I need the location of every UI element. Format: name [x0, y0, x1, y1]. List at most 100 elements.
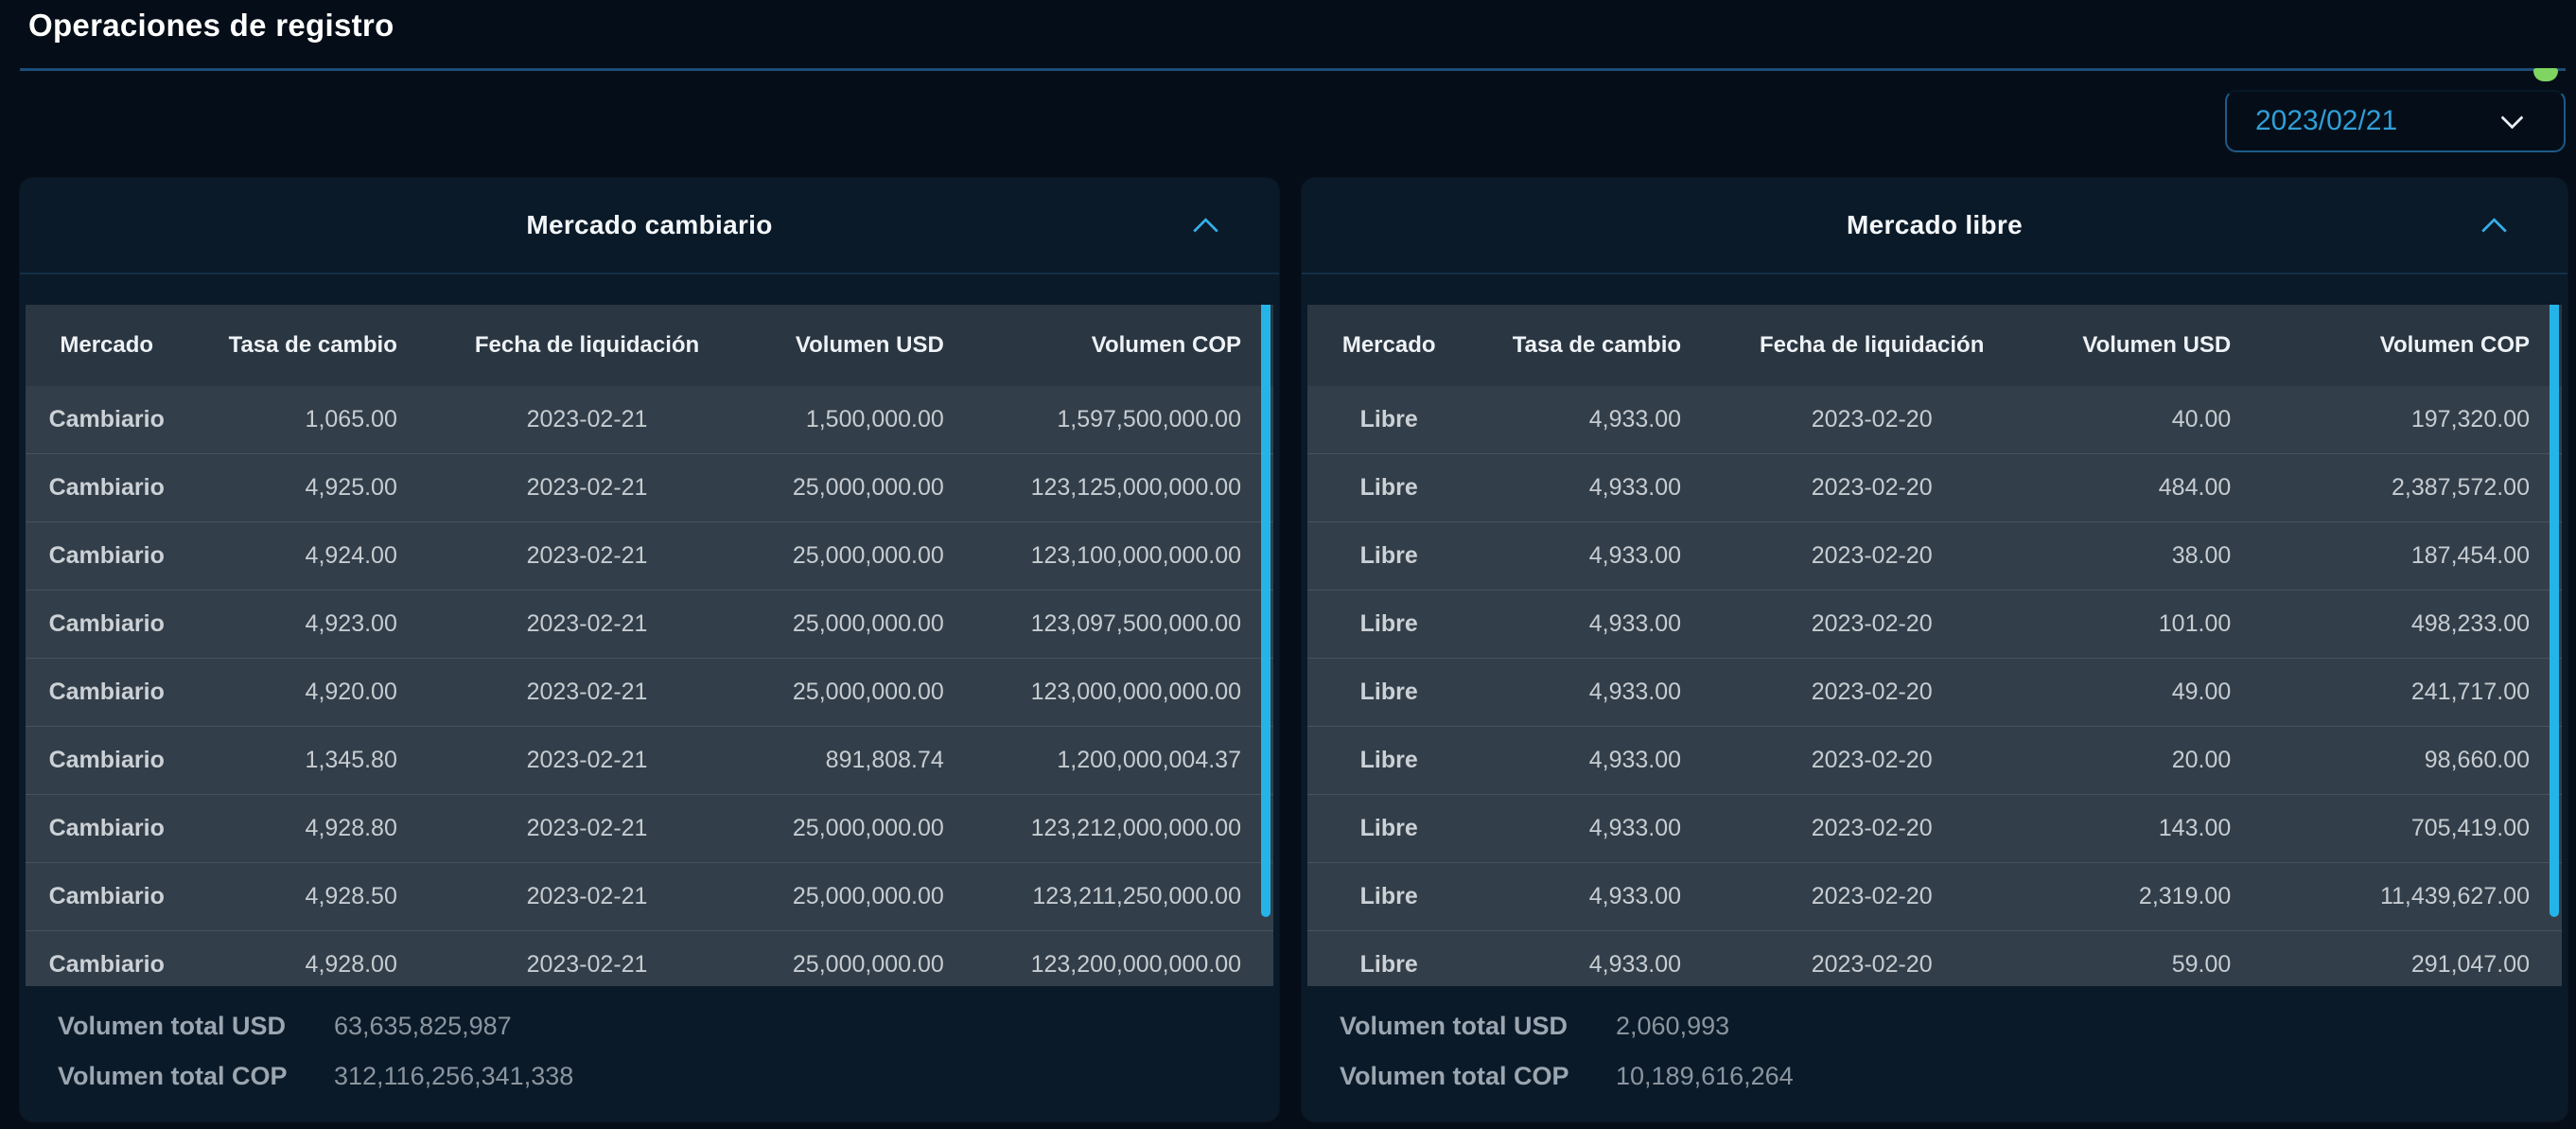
table-cell: 123,125,000,000.00 [998, 453, 1273, 521]
table-cell: 2023-02-21 [412, 862, 762, 930]
table-cell: 2023-02-20 [1696, 726, 2048, 794]
table-cell: Cambiario [26, 930, 188, 986]
table-cell: 49.00 [2047, 658, 2287, 726]
table-cell: 2023-02-21 [412, 794, 762, 862]
total-cop-label: Volumen total COP [1340, 1062, 1569, 1090]
table-cell: 4,933.00 [1470, 590, 1697, 658]
column-header: Fecha de liquidación [1696, 305, 2048, 386]
table-cell: 187,454.00 [2286, 521, 2562, 590]
table-cell: 40.00 [2047, 386, 2287, 453]
operations-table: Mercado Tasa de cambio Fecha de liquidació… [26, 305, 1273, 986]
table-cell: Cambiario [26, 386, 188, 453]
table-cell: 25,000,000.00 [762, 521, 999, 590]
totals-section: Volumen total USD 2,060,993 Volumen tota… [1302, 986, 2567, 1102]
table-cell: 2023-02-21 [412, 726, 762, 794]
table-cell: Cambiario [26, 521, 188, 590]
table-row: Cambiario 4,928.00 2023-02-21 25,000,000.00… [26, 930, 1273, 986]
panel-header[interactable]: Mercado libre [1302, 178, 2567, 274]
total-cop-value: 312,116,256,341,338 [334, 1062, 574, 1090]
total-usd-value: 63,635,825,987 [334, 1012, 512, 1040]
table-cell: 4,933.00 [1470, 794, 1697, 862]
table-row: Libre 4,933.00 2023-02-20 49.00 241,717.00 [1307, 658, 2562, 726]
table-cell: 25,000,000.00 [762, 794, 999, 862]
table-cell: Cambiario [26, 590, 188, 658]
table-cell: 4,923.00 [187, 590, 412, 658]
panel-mercado-libre: Mercado libre Mercado Tasa de cambio Fecha… [1302, 178, 2567, 1121]
scrollbar-thumb[interactable] [1261, 305, 1270, 917]
table-row: Libre 4,933.00 2023-02-20 59.00 291,047.00 [1307, 930, 2562, 986]
table-cell: 123,212,000,000.00 [998, 794, 1273, 862]
table-cell: 705,419.00 [2286, 794, 2562, 862]
table-cell: 4,925.00 [187, 453, 412, 521]
total-usd-value: 2,060,993 [1616, 1012, 1730, 1040]
column-header: Volumen COP [998, 305, 1273, 386]
table-cell: Libre [1307, 930, 1471, 986]
table-cell: 123,097,500,000.00 [998, 590, 1273, 658]
table-cell: 1,345.80 [187, 726, 412, 794]
table-row: Cambiario 4,928.50 2023-02-21 25,000,000.00… [26, 862, 1273, 930]
table-cell: 38.00 [2047, 521, 2287, 590]
table-cell: Cambiario [26, 726, 188, 794]
table-cell: 241,717.00 [2286, 658, 2562, 726]
chevron-up-icon[interactable] [1193, 218, 1218, 243]
table-row: Libre 4,933.00 2023-02-20 38.00 187,454.00 [1307, 521, 2562, 590]
table-row: Cambiario 4,924.00 2023-02-21 25,000,000.00… [26, 521, 1273, 590]
scrollbar-thumb[interactable] [2550, 305, 2559, 917]
table-cell: Cambiario [26, 794, 188, 862]
table-cell: 4,933.00 [1470, 726, 1697, 794]
totals-section: Volumen total USD 63,635,825,987 Volumen… [20, 986, 1279, 1102]
total-usd-row: Volumen total USD 63,635,825,987 [58, 1001, 1279, 1051]
panel-header[interactable]: Mercado cambiario [20, 178, 1279, 274]
table-cell: 197,320.00 [2286, 386, 2562, 453]
date-select[interactable]: 2023/02/21 [2225, 90, 2566, 152]
column-header: Mercado [1307, 305, 1471, 386]
table-cell: 498,233.00 [2286, 590, 2562, 658]
table-cell: 2023-02-20 [1696, 453, 2048, 521]
table-cell: 2023-02-21 [412, 521, 762, 590]
column-header: Volumen USD [2047, 305, 2287, 386]
table-cell: 2023-02-20 [1696, 794, 2048, 862]
table-row: Libre 4,933.00 2023-02-20 20.00 98,660.00 [1307, 726, 2562, 794]
panel-title: Mercado libre [1847, 210, 2023, 239]
table-cell: 2,319.00 [2047, 862, 2287, 930]
table-row: Libre 4,933.00 2023-02-20 143.00 705,419.00 [1307, 794, 2562, 862]
panel-title: Mercado cambiario [526, 210, 773, 239]
table-cell: 4,933.00 [1470, 658, 1697, 726]
column-header: Mercado [26, 305, 188, 386]
total-usd-label: Volumen total USD [58, 1012, 287, 1040]
page-title: Operaciones de registro [28, 8, 394, 43]
table-cell: 143.00 [2047, 794, 2287, 862]
table-cell: 2023-02-21 [412, 453, 762, 521]
table-cell: Libre [1307, 590, 1471, 658]
table-cell: 2023-02-20 [1696, 862, 2048, 930]
table-cell: Libre [1307, 862, 1471, 930]
table-cell: 4,933.00 [1470, 930, 1697, 986]
operations-table-container: Mercado Tasa de cambio Fecha de liquidació… [1307, 305, 2562, 986]
header-row: Mercado Tasa de cambio Fecha de liquidació… [26, 305, 1273, 386]
table-cell: 4,928.50 [187, 862, 412, 930]
table-cell: 101.00 [2047, 590, 2287, 658]
table-cell: 2023-02-21 [412, 386, 762, 453]
table-cell: 25,000,000.00 [762, 658, 999, 726]
header-row: Mercado Tasa de cambio Fecha de liquidació… [1307, 305, 2562, 386]
table-row: Cambiario 4,923.00 2023-02-21 25,000,000.00… [26, 590, 1273, 658]
table-cell: Cambiario [26, 453, 188, 521]
column-header: Tasa de cambio [187, 305, 412, 386]
table-cell: 2023-02-21 [412, 658, 762, 726]
column-header: Volumen USD [762, 305, 999, 386]
table-cell: Libre [1307, 794, 1471, 862]
chevron-up-icon[interactable] [2481, 218, 2507, 243]
table-cell: 123,211,250,000.00 [998, 862, 1273, 930]
total-usd-row: Volumen total USD 2,060,993 [1340, 1001, 2567, 1051]
total-cop-label: Volumen total COP [58, 1062, 288, 1090]
chevron-down-icon [2500, 105, 2524, 130]
table-cell: 98,660.00 [2286, 726, 2562, 794]
total-cop-row: Volumen total COP 10,189,616,264 [1340, 1051, 2567, 1102]
table-row: Libre 4,933.00 2023-02-20 101.00 498,233.00 [1307, 590, 2562, 658]
title-underline [20, 68, 2566, 81]
table-cell: 1,200,000,004.37 [998, 726, 1273, 794]
table-cell: Cambiario [26, 658, 188, 726]
table-cell: Cambiario [26, 862, 188, 930]
table-row: Libre 4,933.00 2023-02-20 40.00 197,320.00 [1307, 386, 2562, 453]
column-header: Fecha de liquidación [412, 305, 762, 386]
